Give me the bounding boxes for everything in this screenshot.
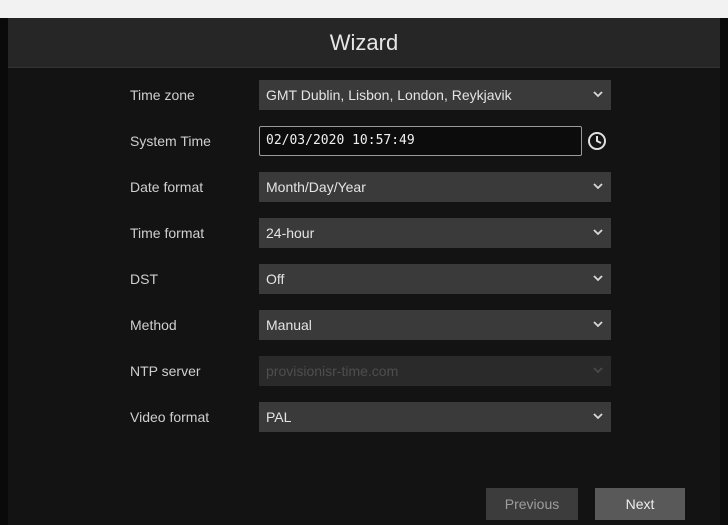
wizard-dialog: Wizard Time zone GMT Dublin, Lisbon, Lon… xyxy=(8,18,720,525)
ntp-server-label: NTP server xyxy=(130,363,201,379)
top-strip xyxy=(0,0,728,18)
method-row: Method Manual xyxy=(8,310,720,340)
video-format-label: Video format xyxy=(130,409,210,425)
dst-value: Off xyxy=(266,271,285,287)
ntp-server-row: NTP server provisionisr-time.com xyxy=(8,356,720,386)
date-format-label: Date format xyxy=(130,179,204,195)
title-bar: Wizard xyxy=(8,18,720,68)
system-time-input[interactable]: 02/03/2020 10:57:49 xyxy=(259,126,582,156)
chevron-down-icon xyxy=(593,411,603,421)
dialog-title: Wizard xyxy=(329,30,399,55)
dst-select[interactable]: Off xyxy=(259,264,611,294)
chevron-down-icon xyxy=(593,227,603,237)
chevron-down-icon xyxy=(593,273,603,283)
method-label: Method xyxy=(130,317,177,333)
date-format-row: Date format Month/Day/Year xyxy=(8,172,720,202)
chevron-down-icon xyxy=(593,89,603,99)
video-format-row: Video format PAL xyxy=(8,402,720,432)
dst-row: DST Off xyxy=(8,264,720,294)
chevron-down-icon xyxy=(593,181,603,191)
system-time-row: System Time 02/03/2020 10:57:49 xyxy=(8,126,720,156)
method-value: Manual xyxy=(266,317,312,333)
time-format-value: 24-hour xyxy=(266,225,315,241)
chevron-down-icon xyxy=(593,365,603,375)
time-zone-label: Time zone xyxy=(130,87,195,103)
clock-icon[interactable] xyxy=(586,130,608,152)
time-zone-value: GMT Dublin, Lisbon, London, Reykjavik xyxy=(266,87,512,103)
system-time-label: System Time xyxy=(130,133,211,149)
date-format-select[interactable]: Month/Day/Year xyxy=(259,172,611,202)
video-format-value: PAL xyxy=(266,409,292,425)
ntp-server-value: provisionisr-time.com xyxy=(266,363,399,379)
next-button[interactable]: Next xyxy=(595,488,685,520)
dst-label: DST xyxy=(130,271,158,287)
chevron-down-icon xyxy=(593,319,603,329)
video-format-select[interactable]: PAL xyxy=(259,402,611,432)
time-format-row: Time format 24-hour xyxy=(8,218,720,248)
ntp-server-select: provisionisr-time.com xyxy=(259,356,611,386)
time-zone-select[interactable]: GMT Dublin, Lisbon, London, Reykjavik xyxy=(259,80,611,110)
time-zone-row: Time zone GMT Dublin, Lisbon, London, Re… xyxy=(8,80,720,110)
previous-button[interactable]: Previous xyxy=(486,488,578,520)
method-select[interactable]: Manual xyxy=(259,310,611,340)
date-format-value: Month/Day/Year xyxy=(266,179,366,195)
time-format-label: Time format xyxy=(130,225,205,241)
time-format-select[interactable]: 24-hour xyxy=(259,218,611,248)
